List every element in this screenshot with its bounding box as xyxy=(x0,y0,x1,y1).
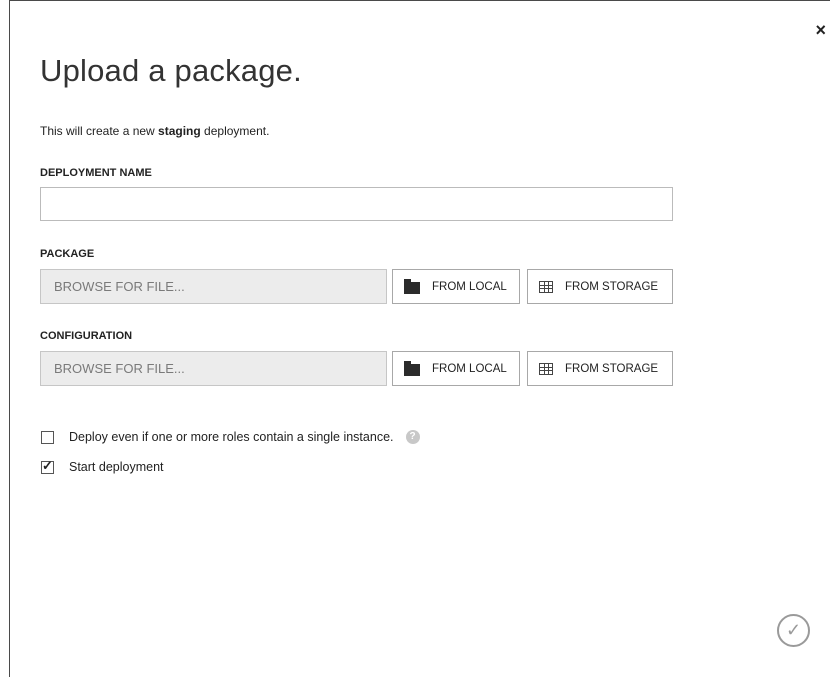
package-from-storage-button[interactable]: FROM STORAGE xyxy=(527,269,673,304)
start-deployment-label: Start deployment xyxy=(69,460,164,474)
close-icon[interactable]: × xyxy=(815,21,826,39)
subtitle-suffix: deployment. xyxy=(200,124,270,138)
storage-table-icon xyxy=(539,280,553,293)
subtitle-prefix: This will create a new xyxy=(40,124,159,138)
configuration-from-local-button[interactable]: FROM LOCAL xyxy=(392,351,520,386)
configuration-label: CONFIGURATION xyxy=(40,330,133,342)
package-label: PACKAGE xyxy=(40,248,95,260)
package-from-local-label: FROM LOCAL xyxy=(432,280,507,293)
deploy-single-instance-option: Deploy even if one or more roles contain… xyxy=(41,430,420,444)
deployment-name-label: DEPLOYMENT NAME xyxy=(40,167,152,179)
deployment-name-input[interactable] xyxy=(40,187,673,221)
deploy-single-instance-checkbox[interactable] xyxy=(41,430,54,444)
start-deployment-option: Start deployment xyxy=(41,458,164,474)
deploy-single-instance-label: Deploy even if one or more roles contain… xyxy=(69,430,394,444)
subtitle-staging: staging xyxy=(158,124,201,138)
upload-package-dialog: × Upload a package. This will create a n… xyxy=(9,0,830,677)
folder-icon xyxy=(404,278,420,294)
dialog-subtitle: This will create a new staging deploymen… xyxy=(40,124,269,138)
configuration-browse-field[interactable]: BROWSE FOR FILE... xyxy=(40,351,387,386)
start-deployment-checkbox[interactable] xyxy=(41,458,54,474)
package-browse-field[interactable]: BROWSE FOR FILE... xyxy=(40,269,387,304)
checkmark-icon: ✓ xyxy=(785,620,802,640)
confirm-button[interactable]: ✓ xyxy=(777,614,810,647)
configuration-from-storage-label: FROM STORAGE xyxy=(565,362,659,375)
package-from-local-button[interactable]: FROM LOCAL xyxy=(392,269,520,304)
folder-icon xyxy=(404,360,420,376)
configuration-from-storage-button[interactable]: FROM STORAGE xyxy=(527,351,673,386)
dialog-title: Upload a package. xyxy=(40,53,302,88)
package-from-storage-label: FROM STORAGE xyxy=(565,280,659,293)
storage-table-icon xyxy=(539,362,553,375)
help-icon[interactable]: ? xyxy=(405,430,420,444)
configuration-from-local-label: FROM LOCAL xyxy=(432,362,507,375)
